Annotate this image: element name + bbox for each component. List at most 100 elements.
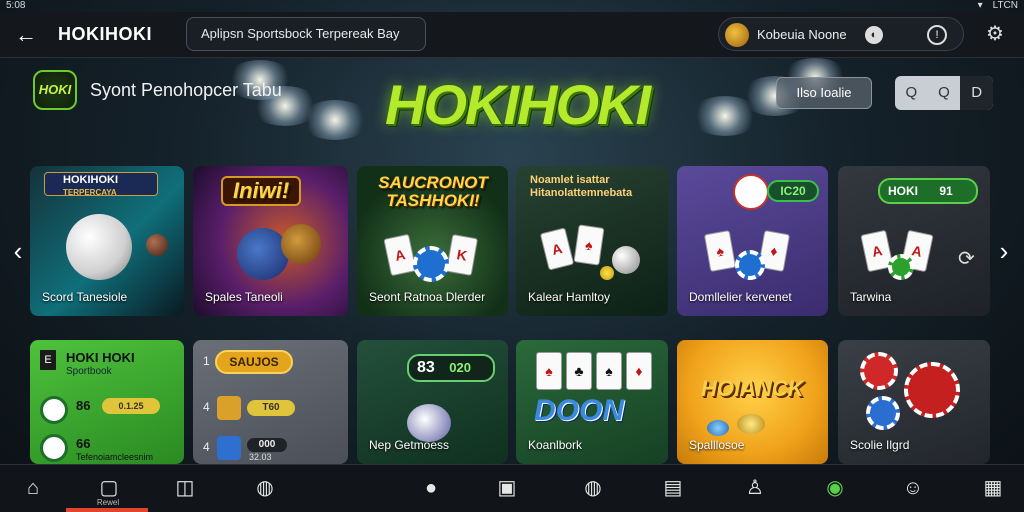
rank-number: 1 xyxy=(203,354,210,368)
refresh-icon[interactable]: ⟳ xyxy=(958,246,975,271)
card-badge-sub: TERPERCAYA xyxy=(63,188,117,197)
rank-badge: 000 xyxy=(247,438,287,452)
rank-number: 4 xyxy=(203,400,210,414)
grid-icon[interactable]: ▦ xyxy=(978,473,1008,503)
user-pill[interactable]: Kobeuia Noone ◐ ! xyxy=(718,17,964,51)
poker-chip xyxy=(860,352,898,390)
hero-control-3[interactable]: D xyxy=(960,76,994,110)
rank-badge: SAUJOS xyxy=(215,350,293,374)
card-label: Spalllosoe xyxy=(689,438,745,452)
ball-icon xyxy=(146,234,168,256)
playing-card: ♠ xyxy=(536,352,562,390)
game-card-spalllosoe[interactable]: HOIANCK Spalllosoe xyxy=(677,340,828,464)
hero-control-1[interactable]: Q xyxy=(895,76,928,110)
card-label: Scolie Ilgrd xyxy=(850,438,910,452)
card-value-badge: IC20 xyxy=(767,180,819,202)
game-card-nep[interactable]: 83 020 Nep Getmoess xyxy=(357,340,508,464)
stat-value: 86 xyxy=(76,398,91,413)
card-logo-icon: E xyxy=(40,350,56,370)
card-label: Scord Tanesiole xyxy=(42,290,128,304)
coin-icon xyxy=(737,414,765,434)
card-title: HOKI HOKI xyxy=(66,350,135,365)
poker-chip xyxy=(735,250,765,280)
game-card-scolie[interactable]: Scolie Ilgrd xyxy=(838,340,990,464)
playing-card: ♣ xyxy=(566,352,592,390)
person-icon[interactable]: ♙ xyxy=(740,473,770,503)
game-card-tarwina[interactable]: HOKI 91 A A ⟳ Tarwina xyxy=(838,166,990,316)
playing-card: ♠ xyxy=(596,352,622,390)
rank-badge: T60 xyxy=(247,400,295,416)
card-value-badge: HOKI 91 xyxy=(878,178,978,204)
card-title: Iniwi! xyxy=(221,176,302,206)
app-brand: HOKIHOKI xyxy=(58,24,152,44)
playing-card: A xyxy=(539,227,575,271)
status-bar: 5:08 ▾ LTCN xyxy=(0,0,1024,12)
avatar xyxy=(725,23,749,47)
avatar xyxy=(217,436,241,460)
wifi-icon: ▾ xyxy=(977,0,983,11)
gear-icon[interactable]: ⚙ xyxy=(982,21,1008,47)
game-card-sportbook[interactable]: E HOKI HOKI Sportbook 86 0.1.25 66 Tefen… xyxy=(30,340,184,464)
football-icon[interactable]: ◍ xyxy=(250,473,280,503)
bottom-nav: ⌂ ▢ Rewel ◫ ◍ ● ▣ ◍ ▤ ♙ ◉ ☺ ▦ xyxy=(0,464,1024,512)
ball-icon xyxy=(40,434,68,462)
card-badge-text: HOKIHOKI xyxy=(63,174,118,186)
card-title: SAUCRONOT TASHHOKI! xyxy=(378,173,488,210)
soccer-ball-icon xyxy=(612,246,640,274)
score-left: 83 xyxy=(417,359,435,376)
ball-icon xyxy=(407,404,451,442)
playing-card: ♠ xyxy=(573,224,605,266)
status-right: ▾ LTCN xyxy=(978,0,1018,11)
card-label: Tarwina xyxy=(850,290,892,304)
calendar-icon[interactable]: ▤ xyxy=(658,473,688,503)
card-label: Seont Ratnoa Dlerder xyxy=(369,290,486,304)
game-card-kalear[interactable]: Noamlet isattar Hitanolattemnebata A ♠ K… xyxy=(516,166,668,316)
poker-chip xyxy=(904,362,960,418)
hero-controls: Q Q D xyxy=(895,76,994,110)
profile-icon[interactable]: ☺ xyxy=(898,473,928,503)
nav-active-label: Rewel xyxy=(96,498,120,507)
card-badge-value: 91 xyxy=(939,184,953,198)
nav-active-indicator xyxy=(66,508,148,512)
chat-icon[interactable]: ◫ xyxy=(170,473,200,503)
card-footer: 32.03 xyxy=(249,452,272,462)
game-card-leaderboard[interactable]: 1 SAUJOS 4 T60 4 000 32.03 xyxy=(193,340,348,464)
game-card-spales[interactable]: Iniwi! Spales Taneoli xyxy=(193,166,348,316)
info-icon[interactable]: ! xyxy=(927,25,947,45)
carousel-next-icon[interactable]: › xyxy=(994,236,1014,266)
score-badge: 83 020 xyxy=(407,354,495,382)
soccer-icon[interactable]: ◉ xyxy=(820,473,850,503)
card-label: Nep Getmoess xyxy=(369,438,450,452)
card-footer: Tefenoiamcleesnim xyxy=(76,452,154,462)
game-card-koanlbork[interactable]: ♠ ♣ ♠ ♦ DOON Koanlbork xyxy=(516,340,668,464)
back-arrow-icon[interactable]: ← xyxy=(12,21,40,49)
card-title: Noamlet isattar Hitanolattemnebata xyxy=(530,174,646,200)
hero-control-2[interactable]: Q xyxy=(928,76,961,110)
playing-card: K xyxy=(445,234,479,276)
stat-value: 66 xyxy=(76,436,91,451)
hero-small-logo: HOKI xyxy=(33,70,77,110)
card-badge: HOKIHOKI TERPERCAYA xyxy=(44,172,158,197)
game-card-poker[interactable]: SAUCRONOT TASHHOKI! A K Seont Ratnoa Dle… xyxy=(357,166,508,316)
poker-chip xyxy=(888,254,914,280)
document-icon[interactable]: ▣ xyxy=(492,473,522,503)
home-icon[interactable]: ⌂ xyxy=(18,473,48,503)
football-icon[interactable]: ◍ xyxy=(578,473,608,503)
hero-action-button[interactable]: Ilso Ioalie xyxy=(776,77,872,109)
notification-icon[interactable]: ◐ xyxy=(865,26,883,44)
ball-icon xyxy=(281,224,321,264)
player-icon xyxy=(237,228,289,280)
ball-icon[interactable]: ● xyxy=(416,473,446,503)
search-input[interactable]: Aplipsn Sportsbock Terpereak Bay xyxy=(186,17,426,51)
carousel-prev-icon[interactable]: ‹ xyxy=(8,236,28,266)
hero-tagline: Syont Penohopcer Tabu xyxy=(90,80,282,100)
status-right-text: LTCN xyxy=(992,0,1018,11)
game-card-sport[interactable]: HOKIHOKI TERPERCAYA Scord Tanesiole xyxy=(30,166,184,316)
top-bar: ← HOKIHOKI Aplipsn Sportsbock Terpereak … xyxy=(0,12,1024,58)
game-card-domllelier[interactable]: IC20 ♠ ♦ Domllelier kervenet xyxy=(677,166,828,316)
chip-icon xyxy=(707,420,729,436)
stadium-light xyxy=(300,100,370,140)
soccer-ball-icon xyxy=(66,214,132,280)
status-time: 5:08 xyxy=(6,0,26,11)
card-label: Koanlbork xyxy=(528,438,583,452)
